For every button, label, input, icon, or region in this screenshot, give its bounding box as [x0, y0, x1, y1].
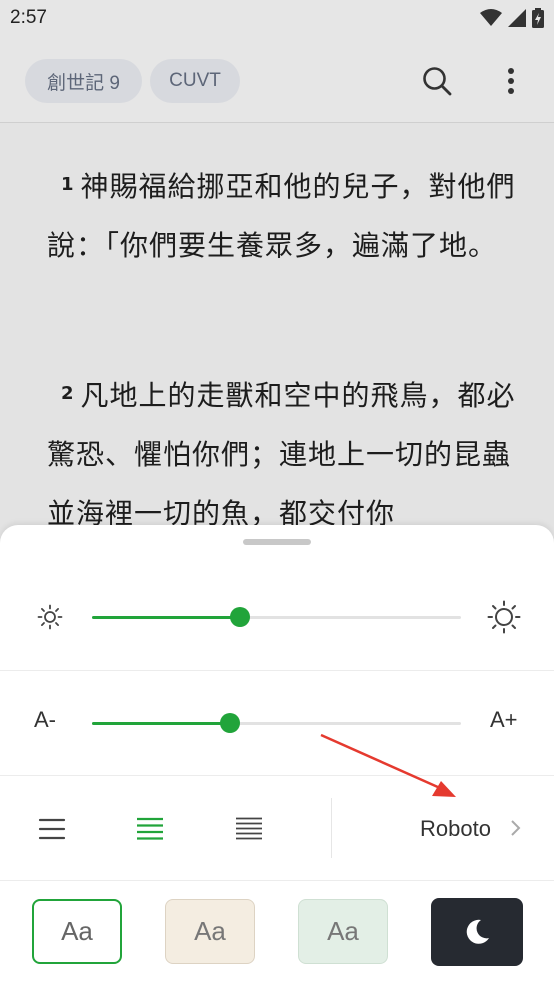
more-options-button[interactable]	[490, 60, 532, 102]
brightness-low-icon[interactable]	[36, 603, 64, 631]
status-time: 2:57	[10, 7, 47, 28]
reading-settings-sheet: A- A+ Roboto Aa Aa Aa	[0, 525, 554, 986]
font-size-increase-button[interactable]: A+	[490, 707, 518, 733]
theme-white-button[interactable]: Aa	[32, 899, 122, 964]
verse-number: 2	[61, 383, 75, 404]
font-size-row: A- A+	[0, 671, 554, 776]
theme-row: Aa Aa Aa	[0, 881, 554, 986]
reading-pane[interactable]: 1 神賜福給挪亞和他的兒子，對他們說：「你們要生養眾多，遍滿了地。 2 凡地上的走獸…	[0, 123, 554, 543]
theme-dark-button[interactable]	[431, 898, 523, 966]
brightness-slider[interactable]	[92, 607, 461, 627]
search-button[interactable]	[416, 60, 458, 102]
align-left-icon[interactable]	[38, 817, 66, 841]
theme-green-button[interactable]: Aa	[298, 899, 388, 964]
font-size-slider[interactable]	[92, 713, 461, 733]
brightness-slider-thumb[interactable]	[229, 607, 250, 627]
drag-handle[interactable]	[243, 539, 311, 545]
status-bar: 2:57	[0, 0, 554, 38]
wifi-icon	[480, 9, 502, 26]
verse: 2 凡地上的走獸和空中的飛鳥，都必驚恐、懼怕你們；連地上一切的昆蟲並海裡一切的魚，…	[47, 364, 517, 543]
font-size-slider-fill	[92, 722, 231, 725]
alignment-row: Roboto	[0, 776, 554, 881]
moon-icon	[466, 919, 489, 944]
app-bar: 創世記 9 CUVT	[0, 38, 554, 123]
verse-number: 1	[61, 174, 75, 195]
align-justify-dense-icon[interactable]	[235, 817, 263, 841]
status-icons	[480, 8, 544, 28]
chevron-right-icon[interactable]	[508, 816, 524, 840]
brightness-high-icon[interactable]	[486, 599, 522, 635]
theme-sepia-button[interactable]: Aa	[165, 899, 255, 964]
battery-icon	[532, 8, 544, 28]
brightness-slider-fill	[92, 616, 240, 619]
font-size-slider-thumb[interactable]	[220, 713, 241, 733]
font-family-selector[interactable]: Roboto	[420, 816, 491, 842]
verse-text: 神賜福給挪亞和他的兒子，對他們說：「你們要生養眾多，遍滿了地。	[47, 170, 516, 262]
more-vert-icon	[508, 68, 514, 94]
align-justify-icon[interactable]	[136, 817, 164, 841]
book-chapter-chip[interactable]: 創世記 9	[25, 59, 142, 103]
verse: 1 神賜福給挪亞和他的兒子，對他們說：「你們要生養眾多，遍滿了地。	[47, 155, 517, 275]
divider	[331, 798, 332, 858]
signal-icon	[508, 9, 526, 27]
search-icon	[423, 67, 452, 96]
bible-version-chip[interactable]: CUVT	[150, 59, 240, 103]
brightness-row	[0, 570, 554, 671]
font-size-decrease-button[interactable]: A-	[34, 707, 56, 733]
verse-text: 凡地上的走獸和空中的飛鳥，都必驚恐、懼怕你們；連地上一切的昆蟲並海裡一切的魚，都…	[47, 379, 516, 530]
